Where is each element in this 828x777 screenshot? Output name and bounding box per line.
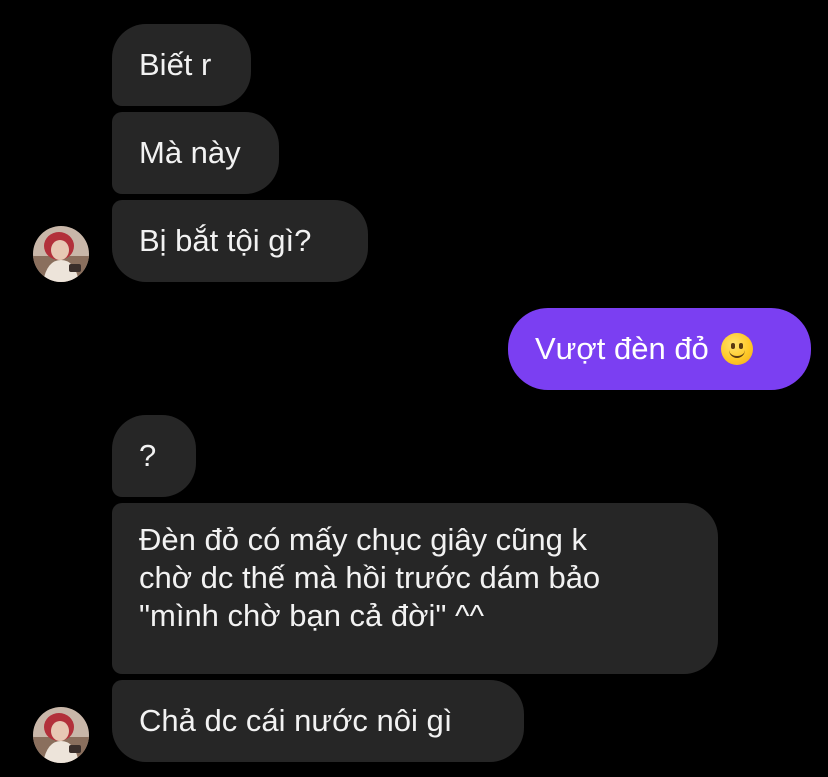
contact-avatar[interactable] xyxy=(33,707,89,763)
message-bubble-outgoing[interactable]: Vượt đèn đỏ xyxy=(508,308,811,390)
message-text: Mà này xyxy=(139,135,241,170)
message-line: chờ dc thế mà hồi trước dám bảo xyxy=(139,560,601,595)
message-text: Biết r xyxy=(139,47,212,82)
message-text-block: Đèn đỏ có mấy chục giây cũng k chờ dc th… xyxy=(139,521,600,635)
message-bubble-incoming[interactable]: ? xyxy=(112,415,196,497)
message-bubble-incoming[interactable]: Chả dc cái nước nôi gì xyxy=(112,680,524,762)
message-bubble-incoming[interactable]: Biết r xyxy=(112,24,251,106)
message-line: Đèn đỏ có mấy chục giây cũng k xyxy=(139,522,588,557)
message-bubble-incoming[interactable]: Bị bắt tội gì? xyxy=(112,200,368,282)
message-line: "mình chờ bạn cả đời" ^^ xyxy=(139,598,485,633)
avatar-photo-icon xyxy=(33,707,89,763)
message-text: Vượt đèn đỏ xyxy=(535,331,709,366)
message-text: Chả dc cái nước nôi gì xyxy=(139,703,453,738)
message-bubble-incoming[interactable]: Đèn đỏ có mấy chục giây cũng k chờ dc th… xyxy=(112,503,718,674)
contact-avatar[interactable] xyxy=(33,226,89,282)
message-bubble-incoming[interactable]: Mà này xyxy=(112,112,279,194)
message-text: ? xyxy=(139,438,157,473)
message-text: Bị bắt tội gì? xyxy=(139,223,312,258)
avatar-photo-icon xyxy=(33,226,89,282)
slightly-smiling-face-icon xyxy=(720,333,753,365)
